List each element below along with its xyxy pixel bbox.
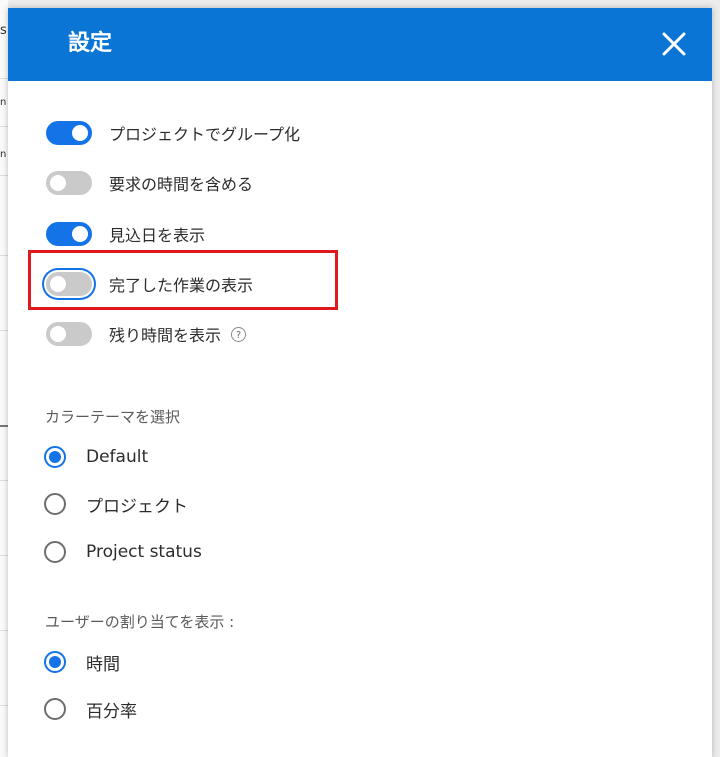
show-completed-work-toggle[interactable] bbox=[46, 272, 92, 296]
background-divider bbox=[0, 330, 8, 331]
panel-header: 設定 bbox=[8, 8, 712, 81]
toggle-row-group-by-project: プロジェクトでグループ化 bbox=[46, 118, 300, 148]
help-icon[interactable]: ? bbox=[231, 326, 247, 342]
toggle-knob bbox=[50, 175, 66, 191]
toggle-knob bbox=[50, 276, 66, 292]
background-divider bbox=[0, 126, 8, 127]
background-divider bbox=[0, 425, 8, 427]
background-divider bbox=[0, 705, 8, 706]
color-theme-option-default[interactable]: Default bbox=[44, 443, 148, 471]
radio-button[interactable] bbox=[44, 446, 66, 468]
radio-label: Default bbox=[86, 447, 149, 467]
toggle-row-show-remaining-time: 残り時間を表示 ? bbox=[46, 319, 247, 349]
settings-panel: 設定 プロジェクトでグループ化 要求の時間を含める 見込日を表示 完了した作業の… bbox=[8, 8, 712, 757]
toggle-knob bbox=[72, 226, 88, 242]
radio-label: Project status bbox=[86, 542, 202, 562]
color-theme-option-project-status[interactable]: Project status bbox=[44, 538, 202, 566]
radio-button[interactable] bbox=[44, 541, 66, 563]
toggle-label: 要求の時間を含める bbox=[109, 175, 254, 194]
radio-label: プロジェクト bbox=[86, 496, 188, 517]
assignment-option-percentage[interactable]: 百分率 bbox=[44, 695, 137, 723]
show-remaining-time-toggle[interactable] bbox=[46, 322, 92, 346]
toggle-row-include-request-time: 要求の時間を含める bbox=[46, 168, 253, 198]
show-projected-date-toggle[interactable] bbox=[46, 222, 92, 246]
toggle-label: 見込日を表示 bbox=[109, 226, 206, 245]
background-divider bbox=[0, 175, 8, 176]
background-text-fragment: n bbox=[0, 149, 7, 160]
assignment-display-title: ユーザーの割り当てを表示 : bbox=[45, 613, 235, 631]
panel-title: 設定 bbox=[68, 31, 113, 56]
close-icon bbox=[662, 32, 686, 56]
toggle-row-show-completed-work: 完了した作業の表示 bbox=[46, 269, 253, 299]
radio-button[interactable] bbox=[44, 698, 66, 720]
toggle-row-show-projected-date: 見込日を表示 bbox=[46, 219, 205, 249]
background-divider bbox=[0, 78, 8, 79]
color-theme-option-project[interactable]: プロジェクト bbox=[44, 490, 188, 518]
background-divider bbox=[0, 630, 8, 631]
radio-button[interactable] bbox=[44, 651, 66, 673]
close-button[interactable] bbox=[657, 27, 691, 61]
background-app-strip: s n n bbox=[0, 0, 8, 757]
background-text-fragment: n bbox=[0, 97, 7, 108]
radio-label: 時間 bbox=[86, 654, 120, 675]
include-request-time-toggle[interactable] bbox=[46, 171, 92, 195]
toggle-knob bbox=[50, 326, 66, 342]
background-divider bbox=[0, 255, 8, 256]
radio-label: 百分率 bbox=[86, 701, 137, 722]
toggle-knob bbox=[72, 125, 88, 141]
toggle-label: プロジェクトでグループ化 bbox=[109, 125, 301, 144]
background-divider bbox=[0, 480, 8, 481]
group-by-project-toggle[interactable] bbox=[46, 121, 92, 145]
background-divider bbox=[0, 555, 8, 556]
color-theme-title: カラーテーマを選択 bbox=[45, 408, 181, 426]
toggle-label: 残り時間を表示 bbox=[109, 326, 222, 345]
radio-button[interactable] bbox=[44, 493, 66, 515]
assignment-option-hours[interactable]: 時間 bbox=[44, 648, 120, 676]
background-text-fragment: s bbox=[0, 23, 7, 38]
toggle-label: 完了した作業の表示 bbox=[109, 276, 254, 295]
